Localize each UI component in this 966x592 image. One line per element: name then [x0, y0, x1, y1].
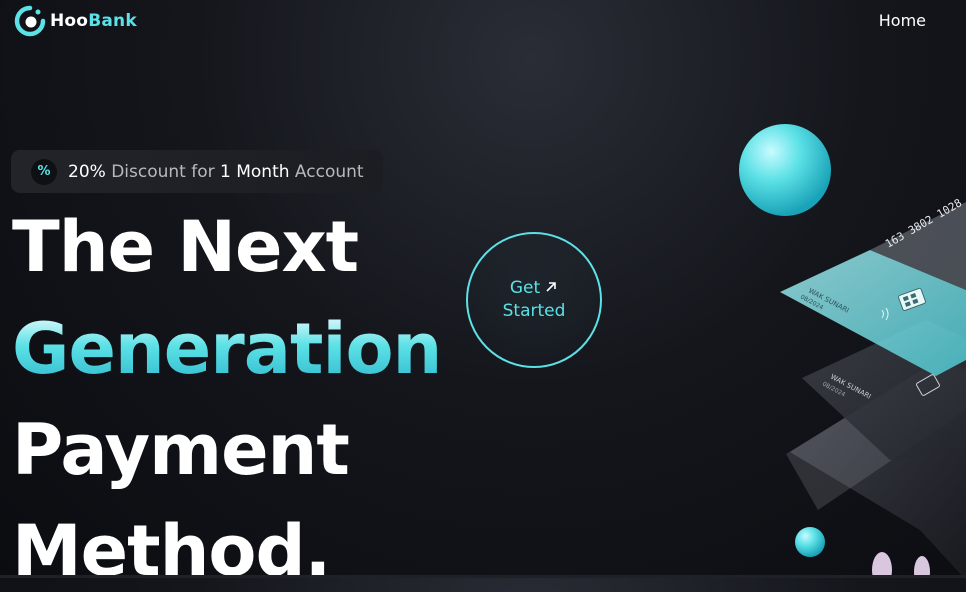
get-started-get: Get: [509, 278, 541, 298]
discount-duration: 1 Month: [220, 161, 290, 182]
get-started-line-1: Get: [510, 277, 558, 300]
hoobank-logo-icon: [14, 5, 46, 37]
discount-account: Account: [289, 161, 364, 182]
discount-icon: %: [31, 158, 57, 185]
nav-home-link[interactable]: Home: [879, 11, 926, 30]
logo[interactable]: HooBank: [14, 5, 137, 37]
arrow-up-right-icon: [546, 282, 556, 292]
headline-line-3: Payment: [12, 409, 350, 491]
logo-text-hoo: Hoo: [50, 11, 89, 31]
top-navbar: HooBank Home: [0, 0, 966, 44]
discount-label: Discount for: [105, 161, 221, 182]
get-started-line-2: Started: [502, 301, 566, 321]
discount-percent: 20%: [68, 161, 106, 182]
get-started-button[interactable]: Get Started: [466, 232, 602, 368]
logo-text: HooBank: [50, 11, 137, 31]
decorative-sphere-large: [739, 124, 831, 216]
discount-text: 20% Discount for 1 Month Account: [68, 162, 364, 182]
headline-line-1: The Next: [12, 206, 359, 288]
discount-badge: % 20% Discount for 1 Month Account: [11, 150, 383, 193]
credit-cards-illustration: WAK SUNARI 08/2024 163 3802 1028 WAK SUN…: [739, 124, 966, 578]
logo-text-bank: Bank: [88, 11, 137, 31]
decorative-sphere-small: [795, 527, 825, 557]
headline-line-2: Generation: [12, 308, 442, 390]
